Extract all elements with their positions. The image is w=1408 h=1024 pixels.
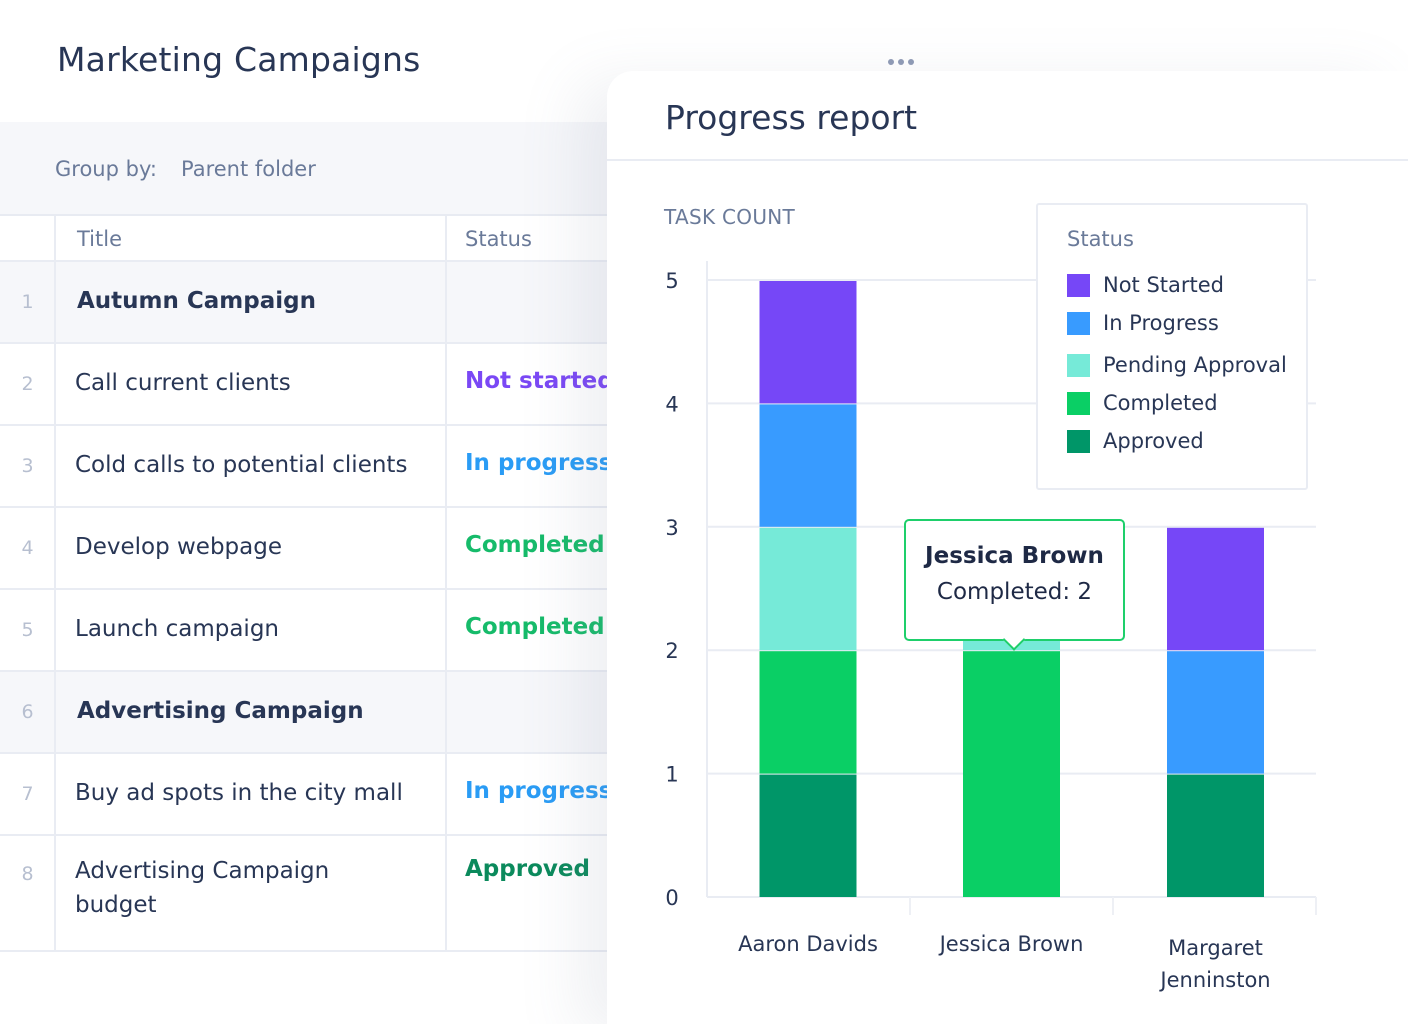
bar-segment-not-started <box>759 281 857 404</box>
legend-swatch-icon <box>1067 311 1090 335</box>
more-options-button[interactable] <box>888 56 918 68</box>
legend-item[interactable]: Completed <box>1067 391 1218 415</box>
chart-legend: Status Not Started In Progress Pending App… <box>1036 203 1308 490</box>
table-row[interactable]: 7 Buy ad spots in the city mall In progres… <box>0 754 620 836</box>
bar-segment-completed <box>759 651 857 774</box>
status-label[interactable]: Completed <box>465 532 605 558</box>
table-row[interactable]: 5 Launch campaign Completed <box>0 590 620 672</box>
x-tick-label: Jessica Brown <box>938 932 1084 956</box>
group-by-label: Group by: <box>55 157 157 181</box>
bar-segment-approved <box>759 774 857 897</box>
bar-segment-not-started <box>1167 527 1264 651</box>
row-number: 7 <box>21 783 34 805</box>
tooltip-value: Completed: 2 <box>936 579 1093 605</box>
legend-label: Approved <box>1103 429 1204 453</box>
y-tick-label: 0 <box>665 886 678 910</box>
legend-item[interactable]: In Progress <box>1067 311 1219 335</box>
progress-report-panel: Progress report TASK COUNT 0 1 2 3 4 5 Aaron D… <box>607 71 1408 1024</box>
bar-segment-completed <box>963 651 1060 897</box>
campaigns-table: Title Status 1 Autumn Campaign 2 Call curre… <box>0 216 620 952</box>
group-title[interactable]: Advertising Campaign <box>77 698 364 724</box>
row-number: 3 <box>21 455 34 477</box>
task-title-line: budget <box>75 892 157 918</box>
group-title[interactable]: Autumn Campaign <box>77 288 316 314</box>
task-title[interactable]: Call current clients <box>75 370 291 396</box>
row-number: 8 <box>21 863 34 885</box>
table-row[interactable]: 2 Call current clients Not started <box>0 344 620 426</box>
y-tick-label: 4 <box>665 392 678 416</box>
y-tick-label: 2 <box>665 639 678 663</box>
x-tick-label: Aaron Davids <box>738 932 878 956</box>
status-label[interactable]: Not started <box>465 368 614 394</box>
table-header-row: Title Status <box>0 216 620 262</box>
task-title[interactable]: Advertising Campaign budget <box>75 854 329 922</box>
table-row[interactable]: 8 Advertising Campaign budget Approved <box>0 836 620 952</box>
row-number: 5 <box>21 619 34 641</box>
column-divider <box>54 216 56 952</box>
column-header-status[interactable]: Status <box>465 227 532 251</box>
legend-item[interactable]: Not Started <box>1067 273 1224 297</box>
status-label[interactable]: Approved <box>465 856 590 882</box>
row-number: 6 <box>21 701 34 723</box>
column-header-title[interactable]: Title <box>77 227 122 251</box>
x-tick-label: Margaret <box>1168 936 1263 960</box>
y-tick-label: 5 <box>665 269 678 293</box>
ellipsis-horizontal-icon <box>888 59 894 65</box>
legend-swatch-icon <box>1067 353 1090 377</box>
bar-segment-in-progress <box>759 404 857 527</box>
task-title[interactable]: Develop webpage <box>75 534 282 560</box>
row-number: 4 <box>21 537 34 559</box>
legend-label: Completed <box>1103 391 1218 415</box>
chart-tooltip: Jessica Brown Completed: 2 <box>904 519 1125 651</box>
table-row[interactable]: 4 Develop webpage Completed <box>0 508 620 590</box>
legend-title: Status <box>1067 227 1134 251</box>
bar-segment-approved <box>1167 774 1264 897</box>
tooltip-category: Jessica Brown <box>925 543 1104 569</box>
group-by-dropdown[interactable]: Parent folder <box>181 157 316 181</box>
task-title[interactable]: Launch campaign <box>75 616 279 642</box>
table-group-row[interactable]: 6 Advertising Campaign <box>0 672 620 754</box>
legend-label: Pending Approval <box>1103 353 1287 377</box>
status-label[interactable]: In progress <box>465 450 612 476</box>
ellipsis-horizontal-icon <box>898 59 904 65</box>
legend-item[interactable]: Pending Approval <box>1067 353 1287 377</box>
x-tick-label: Jenninston <box>1158 968 1270 992</box>
column-divider <box>445 216 447 952</box>
task-title-line: Advertising Campaign <box>75 858 330 884</box>
status-label[interactable]: Completed <box>465 614 605 640</box>
legend-swatch-icon <box>1067 273 1090 297</box>
legend-label: Not Started <box>1103 273 1225 297</box>
task-title[interactable]: Cold calls to potential clients <box>75 452 407 478</box>
page-title: Marketing Campaigns <box>57 40 421 79</box>
status-label[interactable]: In progress <box>465 778 612 804</box>
y-tick-label: 1 <box>665 763 678 787</box>
row-number: 2 <box>21 373 34 395</box>
bar-segment-pending-approval <box>759 527 857 651</box>
task-title[interactable]: Buy ad spots in the city mall <box>75 780 403 806</box>
legend-item[interactable]: Approved <box>1067 429 1204 453</box>
legend-swatch-icon <box>1067 429 1090 453</box>
legend-label: In Progress <box>1103 311 1219 335</box>
legend-swatch-icon <box>1067 391 1090 415</box>
ellipsis-horizontal-icon <box>908 59 914 65</box>
bar-segment-in-progress <box>1167 651 1264 774</box>
row-number: 1 <box>21 291 34 313</box>
y-tick-label: 3 <box>665 516 678 540</box>
table-group-row[interactable]: 1 Autumn Campaign <box>0 262 620 344</box>
table-row[interactable]: 3 Cold calls to potential clients In progr… <box>0 426 620 508</box>
